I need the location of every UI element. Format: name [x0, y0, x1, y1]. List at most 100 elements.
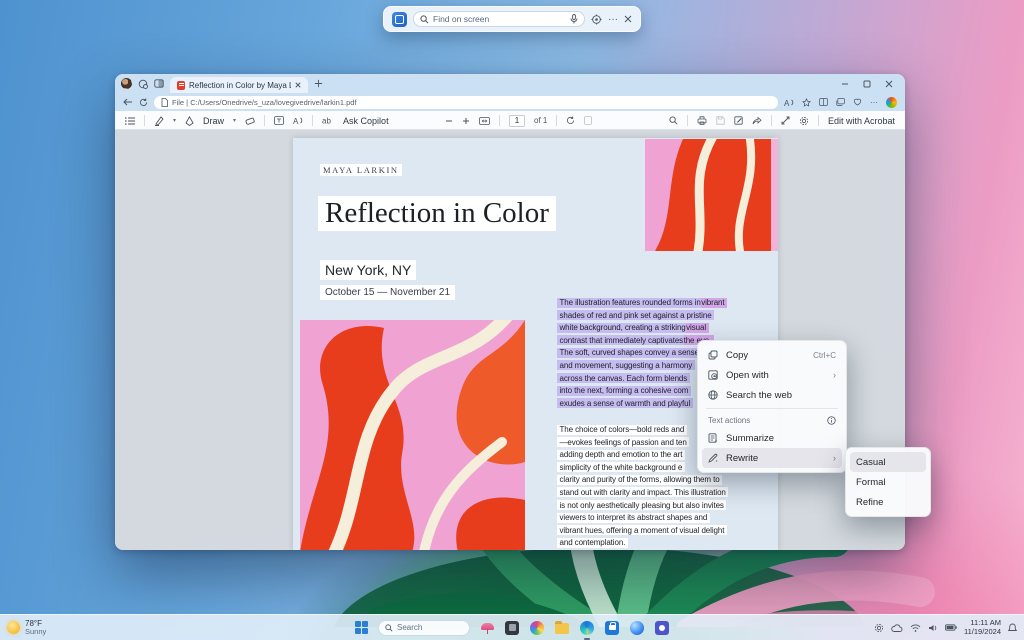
split-screen-icon[interactable]	[819, 98, 828, 106]
find-input[interactable]	[433, 14, 566, 24]
microphone-icon[interactable]	[570, 14, 578, 24]
artwork-left	[300, 320, 525, 550]
wifi-icon[interactable]	[910, 624, 921, 632]
page-number-input[interactable]	[509, 114, 525, 127]
taskbar-app-copilot[interactable]	[629, 620, 645, 636]
read-aloud-icon[interactable]: A	[293, 116, 303, 125]
taskbar-app-widgets[interactable]	[504, 620, 520, 636]
close-icon[interactable]	[624, 15, 632, 23]
contents-icon[interactable]	[125, 116, 135, 125]
menu-section-text-actions: Text actions	[702, 412, 842, 428]
draw-label[interactable]: Draw	[203, 116, 224, 126]
refresh-icon[interactable]	[139, 98, 148, 107]
menu-item-summarize[interactable]: Summarize	[702, 428, 842, 448]
rotate-icon[interactable]	[566, 116, 575, 125]
address-bar-actions: A ···	[784, 96, 897, 108]
menu-shortcut: Ctrl+C	[813, 350, 836, 360]
zoom-out-icon[interactable]	[445, 117, 453, 125]
taskbar-app-file-explorer[interactable]	[554, 620, 570, 636]
bell-icon[interactable]	[1008, 623, 1017, 633]
gear-icon[interactable]	[799, 116, 809, 126]
menu-item-search-web[interactable]: Search the web	[702, 385, 842, 405]
taskbar-app-umbrella[interactable]	[479, 620, 495, 636]
menu-item-open-with[interactable]: Open with ›	[702, 365, 842, 385]
share-icon[interactable]	[752, 116, 762, 125]
start-button[interactable]	[354, 620, 369, 635]
edit-pen-icon[interactable]	[734, 116, 743, 125]
menu-item-rewrite[interactable]: Rewrite ›	[702, 448, 842, 468]
pdf-toolbar: ▾ Draw ▾ A ab Ask Copilot of 1	[115, 111, 905, 130]
taskbar-app-photos[interactable]	[529, 620, 545, 636]
submenu-item-casual[interactable]: Casual	[850, 452, 926, 472]
doc-text-line[interactable]: white background, creating a striking vi…	[557, 317, 757, 333]
chevron-down-icon[interactable]: ▾	[173, 117, 176, 124]
text-box-icon[interactable]	[274, 116, 284, 125]
essentials-icon[interactable]	[853, 98, 862, 106]
eraser-icon[interactable]	[245, 116, 255, 125]
cloud-icon[interactable]	[891, 623, 903, 632]
chevron-down-icon[interactable]: ▾	[233, 117, 236, 124]
more-icon[interactable]: ···	[608, 14, 618, 25]
browser-tab-active[interactable]: Reflection in Color by Maya Lark...	[170, 77, 308, 93]
find-search-field[interactable]	[413, 11, 585, 27]
address-bar[interactable]: File | C:/Users/Onedrive/s_uza/lovegived…	[154, 95, 778, 109]
edge-browser-window: Reflection in Color by Maya Lark... File…	[115, 74, 905, 550]
address-bar-row: File | C:/Users/Onedrive/s_uza/lovegived…	[115, 93, 905, 111]
zoom-in-icon[interactable]	[462, 117, 470, 125]
doc-author: MAYA LARKIN	[320, 164, 402, 176]
draw-pen-icon[interactable]	[185, 115, 194, 126]
fullscreen-icon[interactable]	[781, 116, 790, 125]
minimize-icon[interactable]	[841, 80, 849, 88]
ask-copilot-button[interactable]: Ask Copilot	[343, 116, 389, 126]
doc-text-line: viewers to interpret its abstract shapes…	[557, 507, 757, 523]
taskbar-center	[354, 619, 670, 640]
taskbar-app-teams[interactable]	[654, 620, 670, 636]
more-icon[interactable]: ···	[870, 98, 878, 107]
taskbar-app-store[interactable]	[604, 620, 620, 636]
taskbar-weather-widget[interactable]: 78°F Sunny	[7, 619, 46, 636]
close-icon[interactable]	[885, 80, 893, 88]
volume-icon[interactable]	[928, 624, 938, 632]
copilot-icon[interactable]	[886, 96, 897, 108]
doc-text-line: stand out with clarity and impact. This …	[557, 482, 757, 498]
read-aloud-icon[interactable]: A	[784, 98, 794, 107]
lens-settings-icon[interactable]	[591, 13, 602, 25]
copy-icon	[708, 350, 718, 360]
maximize-icon[interactable]	[863, 80, 871, 88]
window-controls	[841, 80, 899, 88]
battery-icon[interactable]	[945, 624, 957, 631]
thumbnail-icon	[584, 116, 593, 125]
taskbar-search[interactable]	[378, 619, 470, 636]
print-icon[interactable]	[697, 116, 707, 125]
new-tab-icon[interactable]	[314, 79, 323, 88]
tab-close-icon[interactable]	[295, 82, 301, 88]
info-icon[interactable]	[827, 415, 836, 425]
taskbar: 78°F Sunny Search 11:11 AM 11/19/2024	[0, 614, 1024, 640]
chevron-right-icon: ›	[833, 453, 836, 463]
fit-width-icon[interactable]	[479, 116, 490, 125]
menu-divider	[706, 408, 838, 409]
collections-icon[interactable]	[836, 98, 845, 106]
edit-with-acrobat-button[interactable]: Edit with Acrobat	[828, 116, 895, 126]
svg-text:A: A	[293, 117, 299, 125]
tray-date: 11/19/2024	[964, 626, 1001, 636]
submenu-item-formal[interactable]: Formal	[850, 472, 926, 492]
submenu-item-label: Formal	[856, 476, 886, 488]
workspaces-icon[interactable]	[138, 79, 148, 89]
menu-item-copy[interactable]: Copy Ctrl+C	[702, 345, 842, 365]
taskbar-search-input[interactable]	[397, 623, 457, 632]
back-icon[interactable]	[123, 98, 133, 106]
favorite-star-icon[interactable]	[802, 97, 811, 107]
taskbar-app-edge[interactable]	[579, 620, 595, 640]
doc-text-line[interactable]: The illustration features rounded forms …	[557, 292, 757, 308]
gear-icon[interactable]	[874, 623, 884, 633]
search-icon[interactable]	[669, 116, 678, 125]
text-format-icon[interactable]: ab	[322, 116, 334, 126]
highlighter-icon[interactable]	[154, 115, 164, 126]
submenu-item-label: Casual	[856, 456, 886, 468]
menu-item-label: Search the web	[726, 389, 793, 401]
tab-actions-icon[interactable]	[154, 79, 164, 88]
profile-avatar[interactable]	[121, 78, 132, 89]
clock[interactable]: 11:11 AM 11/19/2024	[964, 618, 1001, 636]
submenu-item-refine[interactable]: Refine	[850, 492, 926, 512]
